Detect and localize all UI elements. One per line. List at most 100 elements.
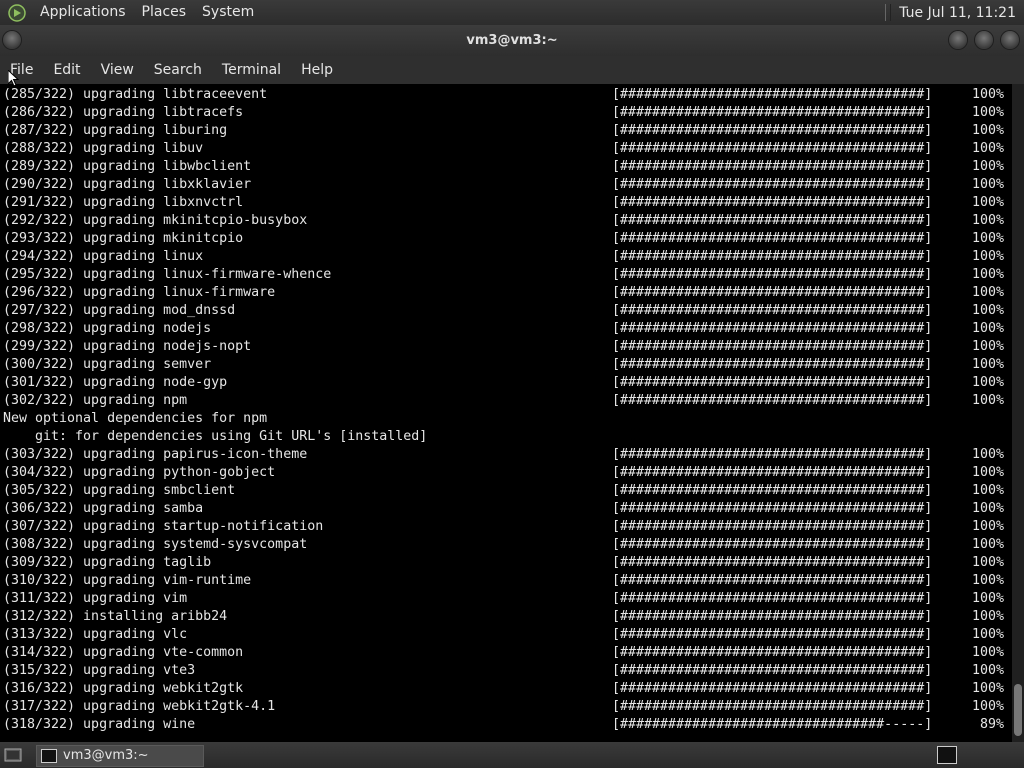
terminal-line: (298/322) upgrading nodejs [#############… [3,320,1008,338]
progress-bar: [######################################] [612,249,933,264]
progress-bar: [######################################] [612,519,933,534]
system-menu[interactable]: System [194,0,262,25]
progress-percent: 100% [971,375,1004,390]
progress-percent: 100% [971,681,1004,696]
terminal-line-text: (289/322) upgrading libwbclient [3,159,252,174]
taskbar-task-label: vm3@vm3:~ [63,748,149,763]
progress-bar: [######################################] [612,465,933,480]
terminal-line-text: (288/322) upgrading libuv [3,141,204,156]
terminal-icon [41,749,57,763]
progress-bar: [######################################] [612,177,933,192]
terminal-line: (318/322) upgrading wine [###############… [3,716,1008,734]
terminal-line: (296/322) upgrading linux-firmware [#####… [3,284,1008,302]
terminal-line-text: (286/322) upgrading libtracefs [3,105,244,120]
progress-bar: [######################################] [612,609,933,624]
menu-help[interactable]: Help [291,56,343,84]
menu-search[interactable]: Search [144,56,212,84]
terminal-line-text: (293/322) upgrading mkinitcpio [3,231,244,246]
terminal-line: (304/322) upgrading python-gobject [#####… [3,464,1008,482]
progress-percent: 100% [971,159,1004,174]
progress-bar: [######################################] [612,105,933,120]
terminal-line-text: (299/322) upgrading nodejs-nopt [3,339,252,354]
terminal-menubar: File Edit View Search Terminal Help [0,56,1024,84]
terminal-line-text: (285/322) upgrading libtraceevent [3,87,268,102]
menu-edit[interactable]: Edit [43,56,90,84]
progress-percent: 100% [971,195,1004,210]
progress-percent: 100% [971,447,1004,462]
terminal-line: (288/322) upgrading libuv [##############… [3,140,1008,158]
terminal-line-text: (302/322) upgrading npm [3,393,188,408]
taskbar-terminal-button[interactable]: vm3@vm3:~ [36,745,204,767]
progress-percent: 100% [971,591,1004,606]
terminal-line: (290/322) upgrading libxklavier [########… [3,176,1008,194]
progress-percent: 100% [971,141,1004,156]
terminal-line-text: (310/322) upgrading vim-runtime [3,573,252,588]
terminal-line: (293/322) upgrading mkinitcpio [#########… [3,230,1008,248]
terminal-line: (300/322) upgrading semver [#############… [3,356,1008,374]
menu-view[interactable]: View [91,56,144,84]
progress-bar: [######################################] [612,591,933,606]
terminal-scrollbar[interactable] [1012,84,1024,742]
progress-bar: [#################################-----] [612,717,933,732]
progress-percent: 100% [971,249,1004,264]
progress-bar: [######################################] [612,393,933,408]
progress-bar: [######################################] [612,357,933,372]
progress-percent: 100% [971,537,1004,552]
progress-bar: [######################################] [612,213,933,228]
terminal-line-text: (314/322) upgrading vte-common [3,645,244,660]
terminal-line-text: (313/322) upgrading vlc [3,627,188,642]
progress-bar: [######################################] [612,555,933,570]
distro-logo-icon[interactable] [8,3,26,22]
terminal-output[interactable]: (285/322) upgrading libtraceevent [######… [0,84,1012,742]
terminal-line: (292/322) upgrading mkinitcpio-busybox [#… [3,212,1008,230]
window-title-bar[interactable]: vm3@vm3:~ [0,25,1024,56]
terminal-line: (286/322) upgrading libtracefs [#########… [3,104,1008,122]
minimize-button[interactable] [949,31,967,49]
progress-percent: 100% [971,231,1004,246]
progress-bar: [######################################] [612,141,933,156]
progress-bar: [######################################] [612,483,933,498]
progress-bar: [######################################] [612,321,933,336]
progress-bar: [######################################] [612,663,933,678]
mouse-cursor-icon [8,70,19,87]
scrollbar-thumb[interactable] [1014,684,1022,736]
progress-percent: 100% [971,213,1004,228]
terminal-line: (291/322) upgrading libxnvctrl [#########… [3,194,1008,212]
clock[interactable]: Tue Jul 11, 11:21 [899,5,1024,21]
progress-bar: [######################################] [612,123,933,138]
terminal-line: (285/322) upgrading libtraceevent [######… [3,86,1008,104]
terminal-line: (297/322) upgrading mod_dnssd [##########… [3,302,1008,320]
terminal-line-text: (298/322) upgrading nodejs [3,321,212,336]
terminal-line-text: (306/322) upgrading samba [3,501,204,516]
terminal-line-text: (309/322) upgrading taglib [3,555,212,570]
terminal-line-text: (307/322) upgrading startup-notification [3,519,324,534]
terminal-line-text: (296/322) upgrading linux-firmware [3,285,276,300]
progress-bar: [######################################] [612,645,933,660]
places-menu[interactable]: Places [134,0,195,25]
applications-menu[interactable]: Applications [32,0,134,25]
terminal-line-text: (311/322) upgrading vim [3,591,188,606]
maximize-button[interactable] [975,31,993,49]
progress-bar: [######################################] [612,375,933,390]
progress-percent: 100% [971,699,1004,714]
progress-bar: [######################################] [612,195,933,210]
menu-file[interactable]: File [0,56,43,84]
bottom-panel: vm3@vm3:~ [0,742,1024,768]
top-panel: Applications Places System Tue Jul 11, 1… [0,0,1024,25]
terminal-line-text: (300/322) upgrading semver [3,357,212,372]
window-menu-icon[interactable] [3,31,21,49]
progress-percent: 100% [971,123,1004,138]
progress-bar: [######################################] [612,447,933,462]
progress-bar: [######################################] [612,159,933,174]
tray-terminal-icon[interactable] [937,746,957,764]
terminal-line: (313/322) upgrading vlc [################… [3,626,1008,644]
progress-bar: [######################################] [612,303,933,318]
menu-terminal[interactable]: Terminal [212,56,291,84]
show-desktop-icon[interactable] [4,746,22,764]
progress-percent: 100% [971,465,1004,480]
terminal-line: (289/322) upgrading libwbclient [########… [3,158,1008,176]
terminal-line: (314/322) upgrading vte-common [#########… [3,644,1008,662]
progress-percent: 100% [971,267,1004,282]
close-button[interactable] [1001,31,1019,49]
progress-bar: [######################################] [612,267,933,282]
